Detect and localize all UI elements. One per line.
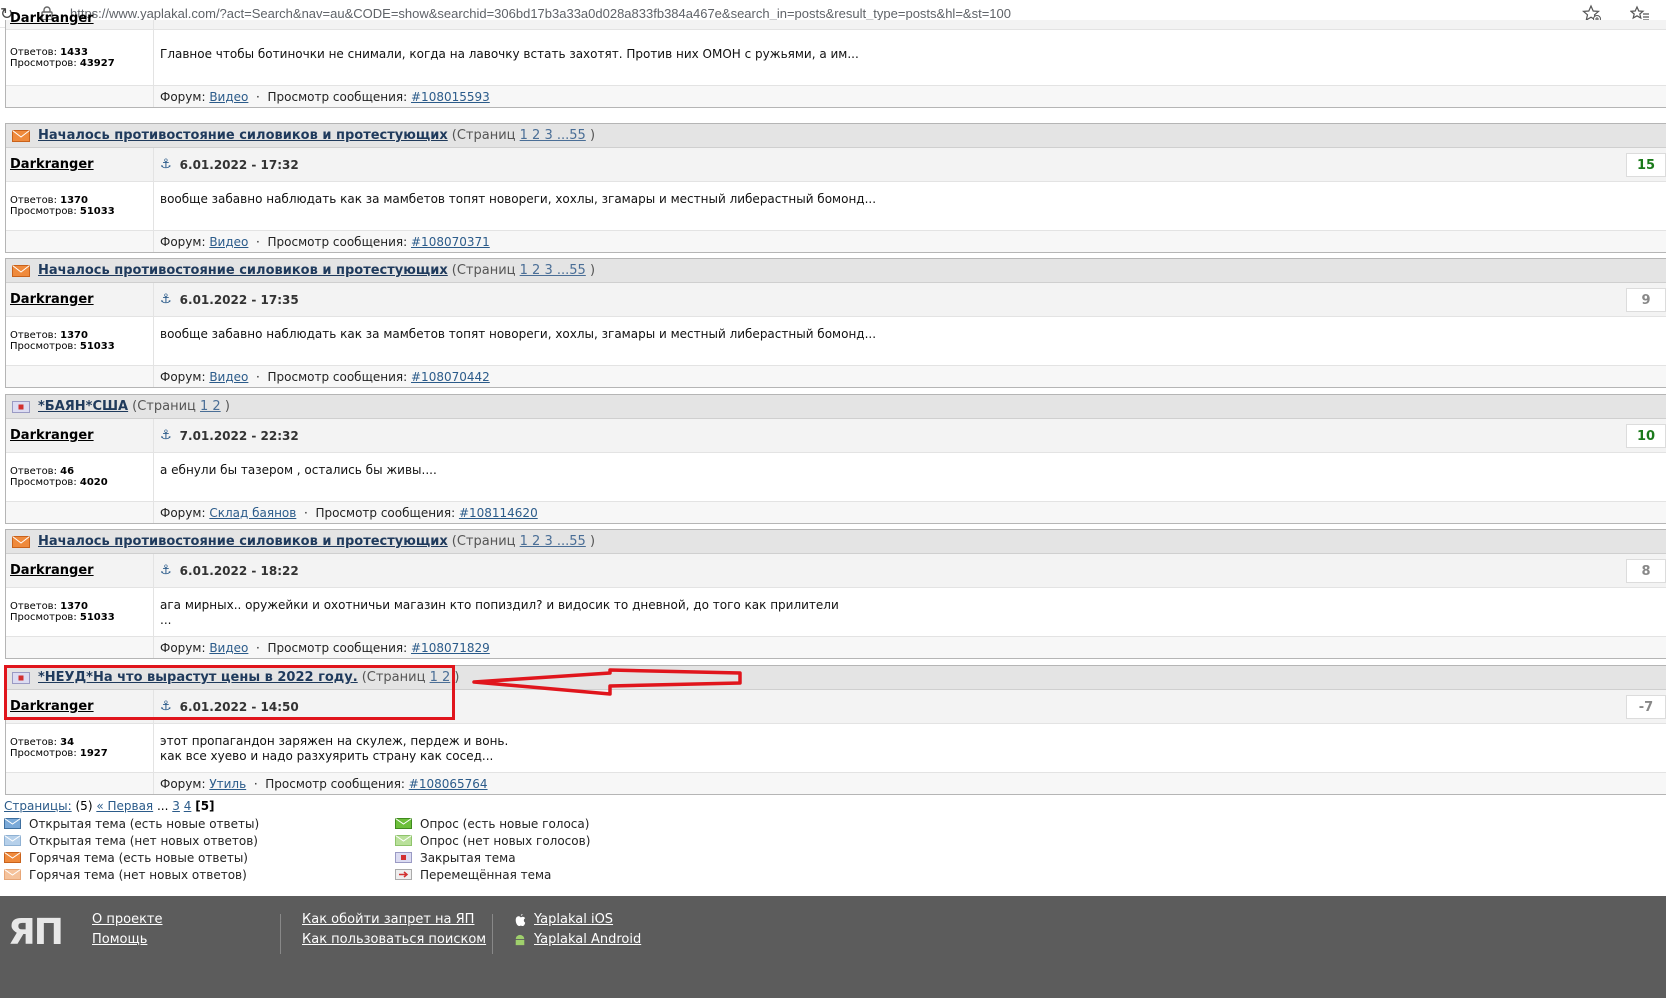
post-date: 7.01.2022 - 22:32 (179, 428, 299, 443)
rating-badge[interactable]: 10 (1626, 424, 1666, 448)
forum-link[interactable]: Склад баянов (209, 506, 296, 520)
post-date: 6.01.2022 - 18:22 (179, 563, 299, 578)
footer-logo[interactable]: ЯП (8, 912, 64, 953)
anchor-icon[interactable]: ⚓ (160, 292, 172, 307)
anchor-icon[interactable]: ⚓ (160, 157, 172, 172)
topic-stats: Ответов: 1370 Просмотров: 51033 (6, 317, 154, 365)
topic-header: *БАЯН*США (Страниц 1 2 ) (6, 395, 1666, 419)
ios-link[interactable]: Yaplakal iOS (534, 912, 613, 927)
topic-title-link[interactable]: Началось противостояние силовиков и прот… (38, 263, 448, 278)
topic-pages: (Страниц 1 2 ) (132, 399, 230, 414)
forum-link[interactable]: Утиль (209, 777, 246, 791)
rating-badge[interactable]: 15 (1626, 153, 1666, 177)
hot-topic-icon (12, 535, 30, 548)
forum-link[interactable]: Видео (209, 370, 248, 384)
topic-title-link[interactable]: Началось противостояние силовиков и прот… (38, 534, 448, 549)
page-first-link[interactable]: « Первая (96, 799, 153, 813)
pagination: Страницы: (5) « Первая ... 3 4 [5] (4, 799, 215, 813)
topic-pages: (Страниц 1 2 3 ...55 ) (451, 534, 596, 549)
post-text: этот пропагандон заряжен на скулеж, перд… (160, 734, 509, 763)
post-item: Началось противостояние силовиков и прот… (5, 123, 1666, 253)
anchor-icon[interactable]: ⚓ (160, 563, 172, 578)
topic-pages-link[interactable]: 1 2 (200, 399, 221, 414)
topic-pages-link[interactable]: 1 2 3 ...55 (520, 128, 586, 143)
post-item: Началось противостояние силовиков и прот… (5, 529, 1666, 659)
envelope-blue-icon (4, 835, 21, 846)
topic-header: Началось противостояние силовиков и прот… (6, 259, 1666, 283)
poll-icon (395, 835, 412, 846)
footer: ЯП О проекте Помощь Как обойти запрет на… (0, 896, 1666, 998)
highlight-box (4, 665, 455, 720)
rating-badge[interactable]: -7 (1626, 695, 1666, 719)
about-link[interactable]: О проекте (92, 912, 163, 927)
hot-topic-icon (12, 264, 30, 277)
message-link[interactable]: #108071829 (411, 641, 490, 655)
topic-stats: Ответов: 34 Просмотров: 1927 (6, 724, 154, 772)
page-current: [5] (195, 799, 215, 813)
envelope-orange-new-icon (4, 852, 21, 863)
closed-topic-icon (395, 852, 412, 863)
topic-header: Началось противостояние силовиков и прот… (6, 530, 1666, 554)
search-help-link[interactable]: Как пользоваться поиском (302, 932, 486, 947)
legend-right: Опрос (есть новые голоса) Опрос (нет нов… (395, 815, 590, 883)
forum-link[interactable]: Видео (209, 90, 248, 104)
author-link[interactable]: Darkranger (10, 157, 94, 172)
envelope-orange-icon (4, 869, 21, 880)
message-link[interactable]: #108114620 (459, 506, 538, 520)
envelope-blue-new-icon (4, 818, 21, 829)
moved-topic-icon (395, 869, 412, 880)
message-link[interactable]: #108065764 (409, 777, 488, 791)
android-icon (515, 934, 525, 946)
rating-badge[interactable]: 9 (1626, 288, 1666, 312)
bypass-link[interactable]: Как обойти запрет на ЯП (302, 912, 474, 927)
topic-title-link[interactable]: Началось противостояние силовиков и прот… (38, 128, 448, 143)
legend-left: Открытая тема (есть новые ответы) Открыт… (4, 815, 259, 883)
author-link[interactable]: Darkranger (10, 428, 94, 443)
page-3-link[interactable]: 3 (172, 799, 180, 813)
topic-stats: Ответов: 1370 Просмотров: 51033 (6, 182, 154, 230)
message-link[interactable]: #108070371 (411, 235, 490, 249)
message-link[interactable]: #108015593 (411, 90, 490, 104)
author-link[interactable]: Darkranger (10, 563, 94, 578)
android-link[interactable]: Yaplakal Android (534, 932, 641, 947)
forum-link[interactable]: Видео (209, 641, 248, 655)
post-text: вообще забавно наблюдать как за мамбетов… (160, 327, 877, 341)
topic-header: Началось противостояние силовиков и прот… (6, 124, 1666, 148)
topic-pages: (Страниц 1 2 3 ...55 ) (451, 128, 596, 143)
post-item: *БАЯН*США (Страниц 1 2 ) Darkranger ⚓ 7.0… (5, 394, 1666, 524)
topic-pages: (Страниц 1 2 3 ...55 ) (451, 263, 596, 278)
post-text: ага мирных.. оружейки и охотничьи магази… (160, 598, 839, 627)
hot-topic-icon (12, 129, 30, 142)
post-item: Началось противостояние силовиков и прот… (5, 258, 1666, 388)
topic-title-link[interactable]: *БАЯН*США (38, 399, 128, 414)
topic-pages-link[interactable]: 1 2 3 ...55 (520, 534, 586, 549)
poll-new-icon (395, 818, 412, 829)
forum-link[interactable]: Видео (209, 235, 248, 249)
rating-badge[interactable]: 8 (1626, 559, 1666, 583)
url-text[interactable]: https://www.yaplakal.com/?act=Search&nav… (70, 6, 1011, 21)
apple-icon (515, 914, 526, 926)
author-link[interactable]: Darkranger (10, 11, 94, 26)
post-partial: Darkranger Ответов: 1433 Просмотров: 439… (5, 11, 1666, 108)
annotation-arrow (472, 668, 742, 696)
topic-pages-link[interactable]: 1 2 3 ...55 (520, 263, 586, 278)
author-link[interactable]: Darkranger (10, 292, 94, 307)
closed-topic-icon (12, 400, 30, 413)
pages-label-link[interactable]: Страницы: (4, 799, 72, 813)
post-date: 6.01.2022 - 17:35 (179, 292, 299, 307)
post-date: 6.01.2022 - 17:32 (179, 157, 299, 172)
post-text: вообще забавно наблюдать как за мамбетов… (160, 192, 877, 206)
post-text: Главное чтобы ботиночки не снимали, когд… (160, 47, 859, 61)
topic-stats: Ответов: 46 Просмотров: 4020 (6, 453, 154, 501)
post-text: а ебнули бы тазером , остались бы живы..… (160, 463, 437, 477)
help-link[interactable]: Помощь (92, 932, 147, 947)
anchor-icon[interactable]: ⚓ (160, 428, 172, 443)
topic-stats: Ответов: 1433 Просмотров: 43927 (6, 30, 154, 85)
page-4-link[interactable]: 4 (184, 799, 192, 813)
topic-stats: Ответов: 1370 Просмотров: 51033 (6, 588, 154, 636)
message-link[interactable]: #108070442 (411, 370, 490, 384)
